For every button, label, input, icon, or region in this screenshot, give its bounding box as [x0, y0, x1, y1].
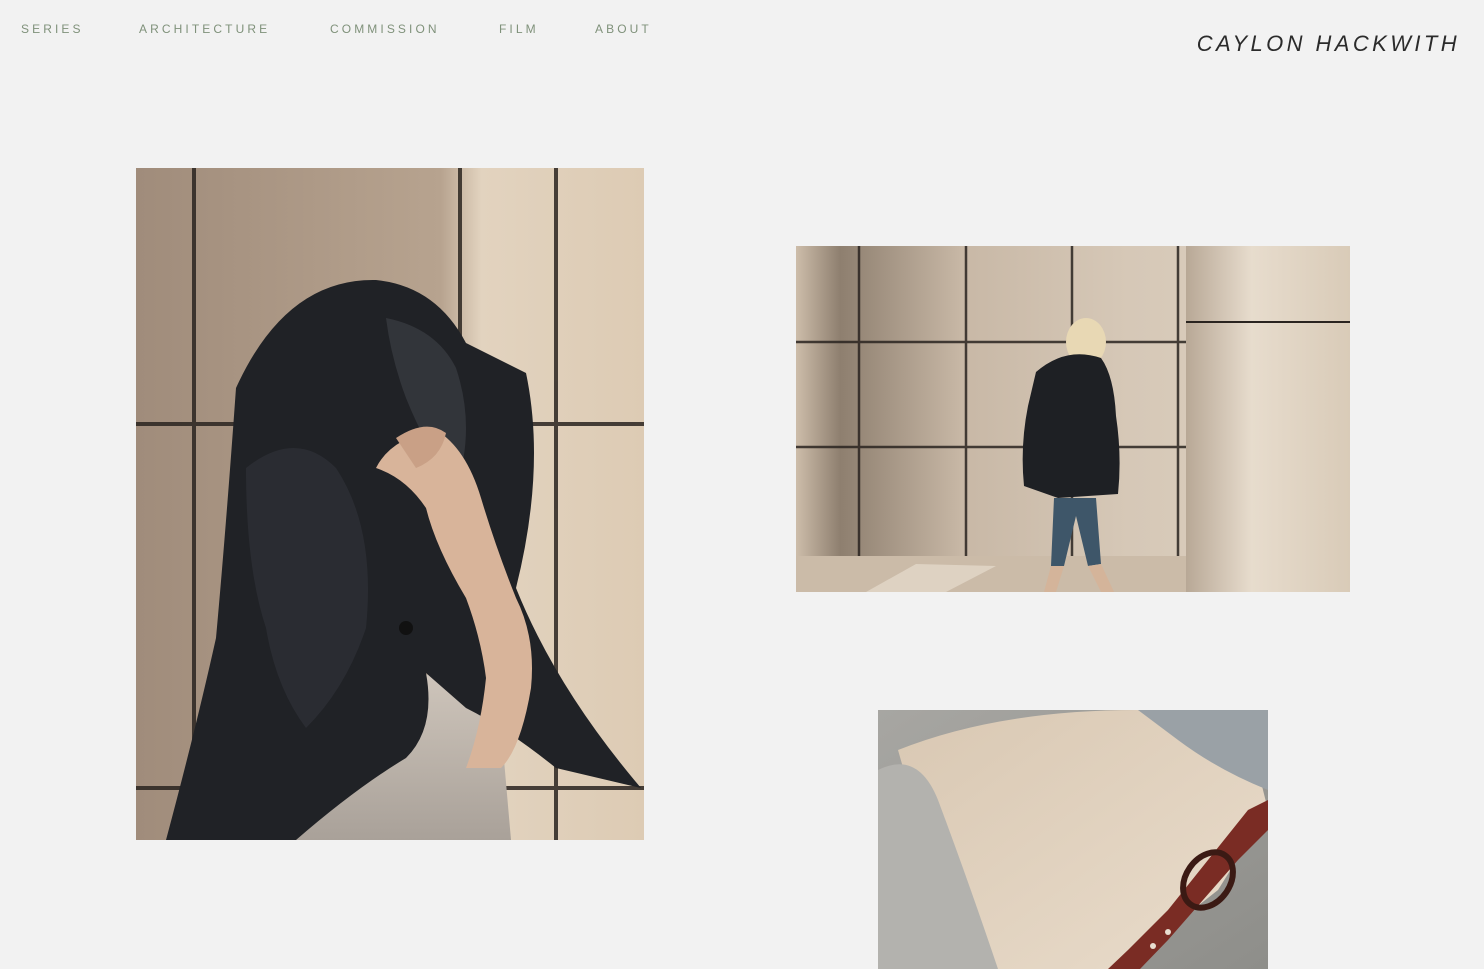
- belt-closeup-photo: [878, 710, 1268, 969]
- nav-link-film[interactable]: FILM: [499, 22, 539, 36]
- gallery-image-2[interactable]: [796, 246, 1350, 592]
- portrait-photo: [136, 168, 644, 840]
- page: SERIES ARCHITECTURE COMMISSION FILM ABOU…: [0, 0, 1484, 969]
- nav-link-series[interactable]: SERIES: [21, 22, 84, 36]
- site-title[interactable]: CAYLON HACKWITH: [1197, 31, 1460, 57]
- nav-link-about[interactable]: ABOUT: [595, 22, 652, 36]
- nav-link-commission[interactable]: COMMISSION: [330, 22, 440, 36]
- nav-link-architecture[interactable]: ARCHITECTURE: [139, 22, 270, 36]
- walking-photo: [796, 246, 1350, 592]
- gallery-image-1[interactable]: [136, 168, 644, 840]
- gallery-image-3[interactable]: [878, 710, 1268, 969]
